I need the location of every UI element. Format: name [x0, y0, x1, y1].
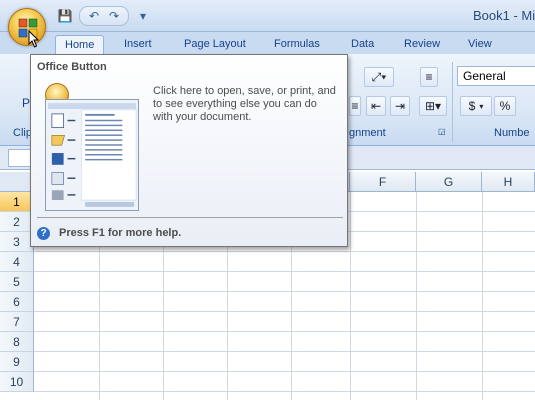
row-header-3[interactable]: 3 [0, 232, 34, 252]
number-format-dropdown[interactable]: General [457, 66, 535, 86]
text-orientation-icon: ⤢▾ [371, 69, 387, 84]
grid-line [34, 351, 535, 352]
column-header-h[interactable]: H [482, 172, 535, 192]
tab-page-layout[interactable]: Page Layout [175, 35, 255, 54]
tooltip-divider [37, 217, 343, 218]
save-icon[interactable]: 💾 [55, 7, 75, 25]
currency-format-label: $ [468, 99, 476, 113]
row-header-6[interactable]: 6 [0, 292, 34, 312]
tab-review[interactable]: Review [395, 35, 449, 54]
grid-line [34, 391, 535, 392]
column-header-f[interactable]: F [350, 172, 416, 192]
grid-line [34, 331, 535, 332]
grid-line [350, 192, 351, 400]
tab-home[interactable]: Home [55, 35, 105, 54]
tab-insert[interactable]: Insert [115, 35, 161, 54]
office-button-tooltip: Office Button Click here to open, save, … [30, 54, 348, 247]
wrap-text-icon: ≡ [425, 70, 433, 84]
row-header-10[interactable]: 10 [0, 372, 34, 392]
number-format-value: General [463, 69, 506, 83]
row-header-2[interactable]: 2 [0, 212, 34, 232]
row-header-8[interactable]: 8 [0, 332, 34, 352]
select-all-corner[interactable] [0, 172, 34, 192]
percent-style-button[interactable]: % [494, 96, 516, 116]
mouse-cursor-icon [28, 30, 40, 48]
undo-redo-group: ↶ ↷ [79, 6, 129, 26]
office-button[interactable] [8, 8, 46, 46]
align-right-button[interactable]: ≡ [349, 96, 361, 116]
ribbon-tabs: Home Insert Page Layout Formulas Data Re… [0, 32, 535, 54]
window-title: Book1 - Mic [473, 8, 535, 23]
orientation-button[interactable]: ⤢▾ [364, 67, 394, 87]
row-header-1[interactable]: 1 [0, 192, 34, 212]
increase-indent-button[interactable]: ⇥ [390, 96, 410, 116]
grid-line [34, 311, 535, 312]
redo-icon[interactable]: ↷ [104, 7, 124, 25]
tooltip-description: Click here to open, save, or print, and … [153, 85, 336, 123]
tooltip-help-text: Press F1 for more help. [59, 227, 182, 239]
wrap-text-button[interactable]: ≡ [420, 67, 438, 87]
title-bar: 💾 ↶ ↷ ▾ Book1 - Mic [0, 0, 535, 32]
row-header-4[interactable]: 4 [0, 252, 34, 272]
chevron-down-icon: ▾ [479, 101, 484, 111]
row-header-7[interactable]: 7 [0, 312, 34, 332]
tab-formulas[interactable]: Formulas [265, 35, 329, 54]
decrease-indent-button[interactable]: ⇤ [366, 96, 386, 116]
quick-access-toolbar: 💾 ↶ ↷ ▾ [55, 6, 153, 26]
increase-indent-icon: ⇥ [394, 99, 406, 113]
row-header-5[interactable]: 5 [0, 272, 34, 292]
currency-format-button[interactable]: $ ▾ [460, 96, 492, 116]
help-icon: ? [37, 227, 50, 240]
grid-line [482, 192, 483, 400]
paste-label[interactable]: P [22, 96, 30, 110]
grid-line [34, 271, 535, 272]
merge-center-icon: ⊞▾ [424, 99, 442, 113]
undo-icon[interactable]: ↶ [84, 7, 104, 25]
decrease-indent-icon: ⇤ [370, 99, 382, 113]
merge-center-button[interactable]: ⊞▾ [419, 96, 447, 116]
grid-line [34, 291, 535, 292]
row-header-9[interactable]: 9 [0, 352, 34, 372]
align-right-icon: ≡ [351, 99, 359, 113]
group-label-number: Numbe [494, 127, 530, 139]
tab-view[interactable]: View [459, 35, 501, 54]
grid-line [34, 251, 535, 252]
group-divider [452, 62, 453, 142]
grid-line [34, 371, 535, 372]
column-header-g[interactable]: G [416, 172, 482, 192]
grid-line [416, 192, 417, 400]
group-label-alignment: gnment [349, 127, 386, 139]
percent-style-label: % [499, 99, 511, 113]
alignment-dialog-launcher-icon[interactable]: ◲ [438, 127, 446, 136]
customize-qat-icon[interactable]: ▾ [133, 7, 153, 25]
office-menu-preview-image [45, 99, 139, 211]
tooltip-title: Office Button [37, 61, 107, 73]
tab-data[interactable]: Data [342, 35, 383, 54]
